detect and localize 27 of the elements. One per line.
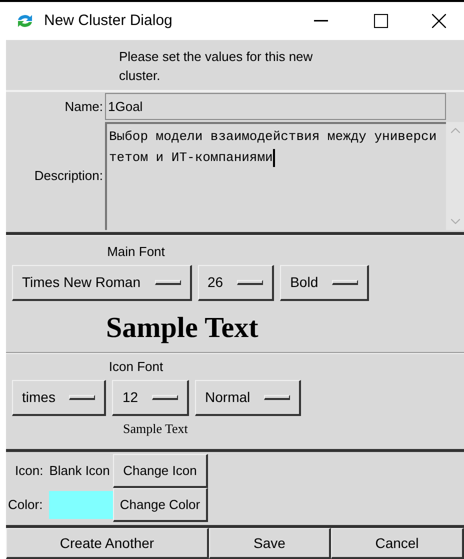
- font-dropdown[interactable]: Normal: [195, 380, 302, 416]
- name-field[interactable]: 1Goal: [105, 93, 446, 120]
- instruction-text: Please set the values for this new cluster.: [119, 48, 314, 85]
- window-title: New Cluster Dialog: [44, 10, 172, 31]
- app-icon: [16, 13, 34, 29]
- icon-name-text: Blank Icon: [49, 462, 111, 480]
- font-dropdown[interactable]: 26: [198, 264, 274, 300]
- save-button[interactable]: Save: [209, 528, 331, 559]
- field-label: Icon:: [14, 462, 44, 480]
- font-dropdown[interactable]: times: [12, 380, 106, 416]
- cancel-button[interactable]: Cancel: [331, 528, 464, 559]
- section-title: Icon Font: [108, 358, 164, 376]
- font-dropdown[interactable]: Bold: [280, 264, 370, 300]
- create-another-button[interactable]: Create Another: [6, 528, 209, 559]
- maximize-icon[interactable]: [374, 14, 388, 28]
- change-icon-button[interactable]: Change Icon: [112, 454, 208, 488]
- field-label: Color:: [7, 496, 44, 514]
- field-label: Description:: [33, 167, 104, 186]
- change-color-button[interactable]: Change Color: [112, 488, 208, 522]
- field-label: Name:: [64, 98, 104, 116]
- minimize-icon[interactable]: [314, 20, 328, 22]
- sample-text: Sample Text: [123, 420, 188, 438]
- font-dropdown[interactable]: 12: [112, 380, 190, 416]
- sample-text: Sample Text: [106, 310, 258, 346]
- section-title: Main Font: [106, 243, 166, 261]
- close-icon[interactable]: [432, 14, 446, 28]
- font-dropdown[interactable]: Times New Roman: [12, 264, 192, 300]
